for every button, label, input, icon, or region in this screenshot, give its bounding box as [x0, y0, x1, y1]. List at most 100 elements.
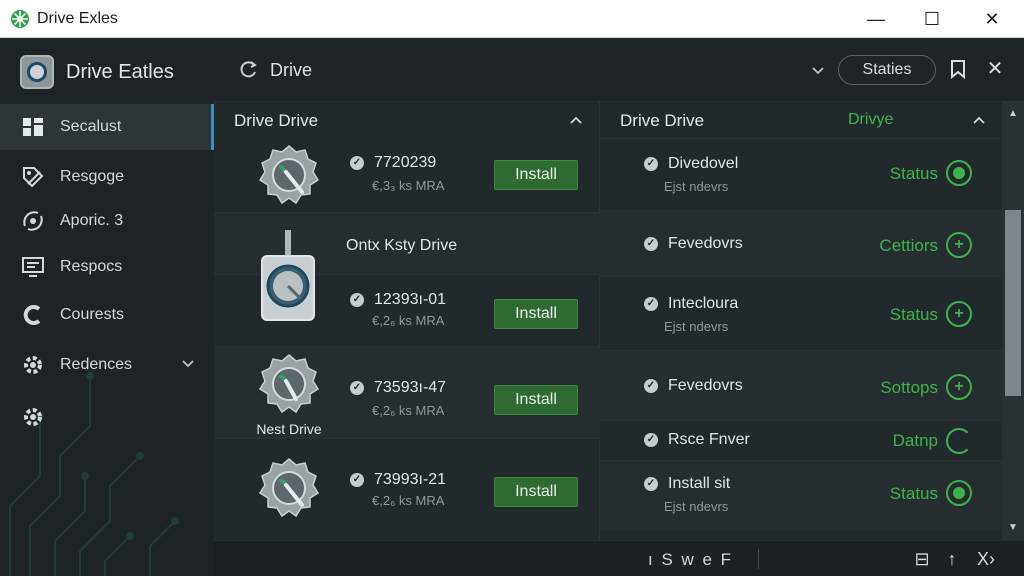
check-icon: ✓: [350, 381, 364, 395]
scroll-up-arrow-icon[interactable]: ▲: [1007, 108, 1019, 120]
sidebar-item-label: Secalust: [60, 118, 122, 135]
upload-icon[interactable]: ↑: [942, 549, 962, 569]
layout-icon[interactable]: ⊟: [912, 549, 932, 569]
scroll-down-arrow-icon[interactable]: ▼: [1007, 522, 1019, 534]
status-row-title: ✓ Install sit: [644, 475, 730, 493]
status-label: Status: [889, 305, 938, 324]
hard-drive-icon: [261, 230, 315, 321]
gear-icon: [24, 356, 42, 374]
drive-id: ✓ 73993ı-21: [350, 471, 446, 489]
monitor-icon: [22, 257, 44, 277]
tag-icon: [23, 167, 44, 188]
app-window: Drive Exles — ☐ ✕ Drive Eatles Secalust …: [0, 0, 1024, 576]
status-panel: Drive Drive Drivye ✓ Divedovel Ejst ndevr…: [600, 102, 1002, 540]
status-row[interactable]: ✓ Intecloura Ejst ndevrs Status +: [600, 276, 1002, 350]
check-icon: ✓: [644, 237, 658, 251]
status-row-title: ✓ Intecloura: [644, 295, 738, 313]
scrollbar-thumb[interactable]: [1005, 210, 1021, 396]
refresh-icon[interactable]: [236, 58, 260, 82]
status-row[interactable]: ✓ Fevedovrs Cettiors +: [600, 210, 1002, 276]
bottom-bar-text: ı S w e F: [648, 550, 734, 569]
maximize-button[interactable]: ☐: [904, 0, 960, 38]
install-button[interactable]: Install: [494, 299, 578, 329]
drive-disk-icon: [258, 145, 320, 205]
vertical-scrollbar[interactable]: ▲ ▼: [1002, 102, 1024, 540]
settings-gear-icon: [24, 408, 42, 426]
circuit-decoration: [9, 372, 179, 576]
grid-icon: [23, 118, 43, 136]
sidebar-item-resgoge[interactable]: Resgoge: [0, 154, 214, 200]
drive-disk-icon: [258, 354, 320, 414]
chevron-down-icon[interactable]: [180, 355, 196, 371]
status-row-subtitle: Ejst ndevrs: [664, 499, 729, 514]
install-button[interactable]: Install: [494, 477, 578, 507]
status-plus-icon[interactable]: +: [946, 232, 972, 258]
drive-title: Ontx Ksty Drive: [346, 237, 458, 254]
status-label: Sottops: [880, 378, 938, 397]
status-row-subtitle: Ejst ndevrs: [664, 319, 729, 334]
status-filled-icon[interactable]: [946, 160, 972, 186]
status-row-title: ✓ Fevedovrs: [644, 377, 743, 395]
bookmark-icon[interactable]: [950, 59, 966, 79]
status-row-subtitle: Ejst ndevrs: [664, 179, 729, 194]
toolbar: Drive Staties ✕: [214, 38, 1024, 102]
sidebar-item-label: Courests: [60, 306, 125, 323]
check-icon: ✓: [644, 297, 658, 311]
brand-name: Drive Eatles: [66, 60, 174, 83]
drive-id: ✓ 73593ı-47: [350, 379, 446, 397]
drive-size: €,2₆ ks MRA: [372, 403, 445, 418]
exit-icon[interactable]: X›: [972, 549, 1000, 569]
status-row[interactable]: ✓ Divedovel Ejst ndevrs Status: [600, 138, 1002, 210]
list-item[interactable]: ✓ 73993ı-21 €,2₆ ks MRA Install: [214, 438, 600, 532]
title-bar: Drive Exles — ☐ ✕: [0, 0, 1024, 38]
chevron-down-icon[interactable]: [810, 62, 826, 78]
status-open-ring-icon[interactable]: [946, 428, 972, 454]
sidebar-item-settings[interactable]: [0, 394, 214, 440]
drive-name: Nest Drive: [256, 421, 322, 437]
list-item[interactable]: Nest Drive ✓ 73593ı-47 €,2₆ ks MRA Instal…: [214, 346, 600, 438]
sidebar-item-courests[interactable]: Courests: [0, 292, 214, 338]
chevron-up-icon[interactable]: [569, 114, 583, 128]
close-panel-button[interactable]: ✕: [984, 58, 1006, 80]
check-icon: ✓: [644, 157, 658, 171]
status-label: Cettiors: [879, 236, 938, 255]
chevron-up-icon[interactable]: [972, 114, 986, 128]
cycle-icon: [23, 305, 41, 325]
status-plus-icon[interactable]: +: [946, 301, 972, 327]
list-item[interactable]: ✓ 7720239 €,3₃ ks MRA Install: [214, 138, 600, 212]
sidebar-item-respocs[interactable]: Respocs: [0, 244, 214, 290]
check-icon: ✓: [350, 473, 364, 487]
status-row-title: ✓ Divedovel: [644, 155, 738, 173]
status-button[interactable]: Staties: [838, 55, 936, 85]
satellite-icon: [23, 211, 43, 231]
install-button[interactable]: Install: [494, 160, 578, 190]
sidebar-item-label: Aporic. 3: [60, 212, 124, 229]
status-plus-icon[interactable]: +: [946, 374, 972, 400]
check-icon: ✓: [644, 433, 658, 447]
panel-title: Drive Drive: [620, 111, 705, 130]
panel-accent-label: Drivye: [848, 111, 894, 128]
close-window-button[interactable]: ✕: [964, 0, 1020, 38]
drive-disk-icon: [258, 458, 320, 518]
sidebar-item-redences[interactable]: Redences: [0, 342, 214, 388]
status-row-title: ✓ Fevedovrs: [644, 235, 743, 253]
sidebar-item-aporic[interactable]: Aporic. 3: [0, 198, 214, 244]
status-filled-icon[interactable]: [946, 480, 972, 506]
drive-logo-icon: [20, 55, 54, 89]
sidebar-item-secalust[interactable]: Secalust: [0, 104, 214, 150]
bottom-bar: ı S w e F ⊟ ↑ X›: [214, 540, 1024, 576]
status-row[interactable]: ✓ Fevedovrs Sottops +: [600, 350, 1002, 420]
status-label: Datnp: [892, 431, 938, 450]
status-row[interactable]: ✓ Install sit Ejst ndevrs Status: [600, 460, 1002, 530]
status-row-title: ✓ Rsce Fnver: [644, 431, 750, 449]
drive-size: €,2₆ ks MRA: [372, 493, 445, 508]
drive-list-panel: Drive Drive ✓ 7720239 €,3₃ ks MRA Install…: [214, 102, 600, 540]
install-button[interactable]: Install: [494, 385, 578, 415]
sidebar-item-label: Redences: [60, 356, 133, 373]
panel-title: Drive Drive: [234, 111, 319, 130]
drive-size: €,3₃ ks MRA: [372, 178, 445, 193]
minimize-button[interactable]: —: [848, 0, 904, 38]
toolbar-title: Drive: [270, 60, 313, 80]
brand: Drive Eatles: [20, 52, 174, 92]
status-row[interactable]: ✓ Rsce Fnver Datnp: [600, 420, 1002, 460]
